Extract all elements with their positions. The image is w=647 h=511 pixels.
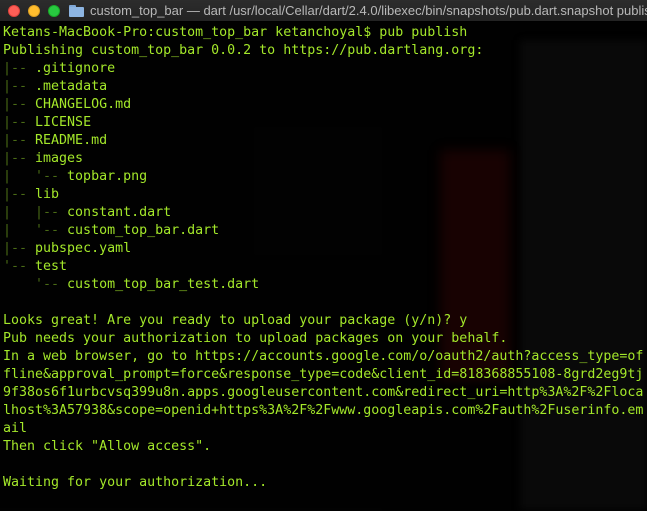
tree-branch: | |-- <box>3 205 68 220</box>
terminal-line: Waiting for your authorization... <box>3 475 268 490</box>
tree-branch: |-- <box>3 241 36 256</box>
tree-entry-name: .gitignore <box>35 61 116 76</box>
tree-entry: |-- LICENSE <box>3 114 645 132</box>
tree-entry: |-- .gitignore <box>3 60 645 78</box>
zoom-window-button[interactable] <box>48 4 60 17</box>
tree-entry: '-- custom_top_bar_test.dart <box>3 276 645 294</box>
tree-branch: |-- <box>3 79 36 94</box>
terminal-line: fline&approval_prompt=force&response_typ… <box>3 367 644 382</box>
terminal-line: Publishing custom_top_bar 0.0.2 to https… <box>3 43 484 58</box>
tree-branch: |-- <box>3 61 36 76</box>
tree-branch: |-- <box>3 97 36 112</box>
tree-branch: |-- <box>3 115 36 130</box>
terminal-line: Ketans-MacBook-Pro:custom_top_bar ketanc… <box>3 25 468 40</box>
tree-entry: | '-- topbar.png <box>3 168 645 186</box>
terminal-line: Then click "Allow access". <box>3 439 212 454</box>
tree-branch: '-- <box>3 259 36 274</box>
tree-entry-name: README.md <box>35 133 108 148</box>
tree-entry: | '-- custom_top_bar.dart <box>3 222 645 240</box>
minimize-window-button[interactable] <box>28 4 40 17</box>
tree-entry: |-- lib <box>3 186 645 204</box>
tree-branch: '-- <box>3 277 68 292</box>
tree-entry: '-- test <box>3 258 645 276</box>
tree-entry: |-- CHANGELOG.md <box>3 96 645 114</box>
window-titlebar[interactable]: custom_top_bar — dart /usr/local/Cellar/… <box>0 0 647 22</box>
window-controls <box>8 4 60 17</box>
terminal-line: ail <box>3 421 28 436</box>
tree-entry-name: custom_top_bar.dart <box>67 223 220 238</box>
tree-branch: |-- <box>3 151 36 166</box>
tree-entry-name: lib <box>35 187 60 202</box>
close-window-button[interactable] <box>8 4 20 17</box>
terminal-line: Looks great! Are you ready to upload you… <box>3 313 468 328</box>
tree-entry: |-- pubspec.yaml <box>3 240 645 258</box>
tree-entry: |-- images <box>3 150 645 168</box>
terminal-output[interactable]: Ketans-MacBook-Pro:custom_top_bar ketanc… <box>3 24 645 492</box>
terminal-line: 9f38os6f1urbcvsq399u8n.apps.googleuserco… <box>3 385 644 400</box>
window-title: custom_top_bar — dart /usr/local/Cellar/… <box>90 3 647 18</box>
tree-entry-name: constant.dart <box>67 205 172 220</box>
tree-entry-name: CHANGELOG.md <box>35 97 132 112</box>
window-title-group: custom_top_bar — dart /usr/local/Cellar/… <box>69 3 647 18</box>
tree-entry: |-- README.md <box>3 132 645 150</box>
tree-entry: | |-- constant.dart <box>3 204 645 222</box>
tree-entry-name: topbar.png <box>67 169 148 184</box>
terminal-line: Pub needs your authorization to upload p… <box>3 331 508 346</box>
tree-branch: |-- <box>3 133 36 148</box>
tree-branch: |-- <box>3 187 36 202</box>
terminal-window: custom_top_bar — dart /usr/local/Cellar/… <box>0 0 647 511</box>
terminal-line: In a web browser, go to https://accounts… <box>3 349 644 364</box>
tree-entry-name: images <box>35 151 84 166</box>
tree-entry-name: pubspec.yaml <box>35 241 132 256</box>
tree-entry-name: custom_top_bar_test.dart <box>67 277 260 292</box>
terminal-line: lhost%3A57938&scope=openid+https%3A%2F%2… <box>3 403 644 418</box>
tree-branch: | '-- <box>3 169 68 184</box>
tree-entry: |-- .metadata <box>3 78 645 96</box>
tree-entry-name: test <box>35 259 68 274</box>
tree-entry-name: LICENSE <box>35 115 92 130</box>
tree-branch: | '-- <box>3 223 68 238</box>
tree-entry-name: .metadata <box>35 79 108 94</box>
folder-icon <box>69 4 84 17</box>
